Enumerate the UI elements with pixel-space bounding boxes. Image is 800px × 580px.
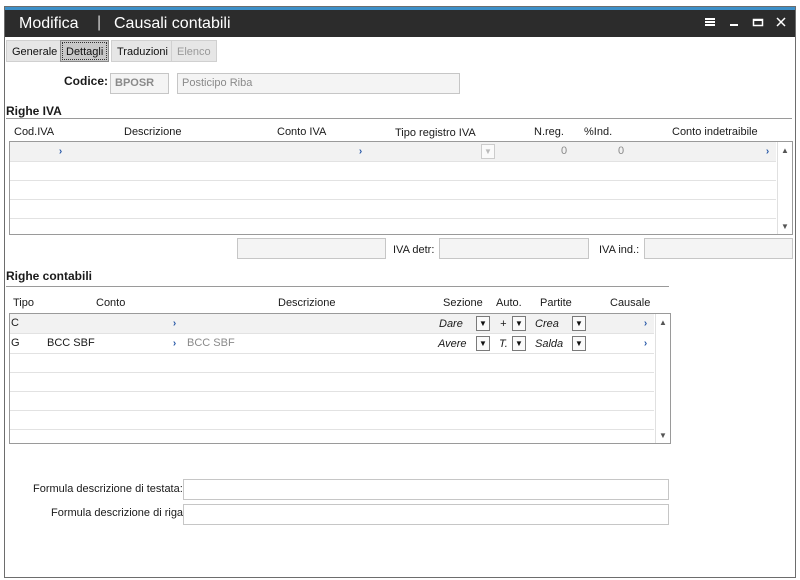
row-divider bbox=[10, 180, 776, 181]
conto-zoom-icon[interactable]: › bbox=[168, 337, 181, 350]
codice-label: Codice: bbox=[64, 74, 109, 88]
row-divider bbox=[10, 218, 776, 219]
col-tipo-registro-iva: Tipo registro IVA bbox=[395, 127, 476, 139]
window-title: Causali contabili bbox=[114, 15, 231, 32]
col-nreg: N.reg. bbox=[534, 126, 564, 138]
conto-indetraibile-zoom-icon[interactable]: › bbox=[761, 145, 774, 158]
righe-contabili-grid[interactable]: C › Dare ▼ + ▼ Crea ▼ › G BCC SBF › BCC … bbox=[9, 313, 671, 444]
col-causale: Causale bbox=[610, 297, 651, 309]
formula-riga-field[interactable] bbox=[183, 504, 669, 525]
partite-dropdown-icon[interactable]: ▼ bbox=[572, 336, 586, 351]
row-divider bbox=[10, 391, 654, 392]
tab-dettagli[interactable]: Dettagli bbox=[60, 40, 110, 62]
righe-iva-divider bbox=[6, 118, 792, 119]
row-partite: Crea bbox=[535, 318, 559, 330]
scroll-down-icon[interactable]: ▼ bbox=[780, 222, 790, 232]
iva-detr-label: IVA detr: bbox=[393, 244, 435, 256]
conto-iva-zoom-icon[interactable]: › bbox=[354, 145, 367, 158]
iva-detr-field bbox=[439, 238, 589, 259]
window-mode: Modifica bbox=[19, 15, 79, 32]
scroll-up-icon[interactable]: ▲ bbox=[658, 318, 668, 328]
col-descrizione-contabile: Descrizione bbox=[278, 297, 336, 309]
righe-iva-title: Righe IVA bbox=[6, 104, 62, 118]
iva-ind-label: IVA ind.: bbox=[599, 244, 640, 256]
causali-contabili-window: Modifica | Causali contabili Generale De… bbox=[4, 6, 796, 578]
row-divider bbox=[10, 161, 776, 162]
causale-zoom-icon[interactable]: › bbox=[639, 337, 652, 350]
row-divider bbox=[10, 410, 654, 411]
col-conto-indetraibile: Conto indetraibile bbox=[672, 126, 758, 138]
col-partite: Partite bbox=[540, 297, 572, 309]
tab-generale[interactable]: Generale bbox=[6, 40, 64, 62]
col-auto: Auto. bbox=[496, 297, 522, 309]
cod-iva-zoom-icon[interactable]: › bbox=[54, 145, 67, 158]
row-divider bbox=[10, 372, 654, 373]
iva-totale-field bbox=[237, 238, 386, 259]
righe-iva-row[interactable]: › › ▼ 0 0 › bbox=[10, 142, 776, 161]
righe-iva-scrollbar[interactable]: ▲ ▼ bbox=[777, 142, 792, 234]
row-divider bbox=[10, 353, 654, 354]
righe-contabili-divider bbox=[6, 286, 669, 287]
close-icon[interactable] bbox=[774, 16, 788, 30]
righe-iva-grid[interactable]: › › ▼ 0 0 › ▲ ▼ bbox=[9, 141, 793, 235]
col-ind: %Ind. bbox=[584, 126, 613, 138]
row-sezione: Avere bbox=[438, 338, 467, 350]
causale-zoom-icon[interactable]: › bbox=[639, 317, 652, 330]
col-conto-iva: Conto IVA bbox=[277, 126, 327, 138]
row-tipo: C bbox=[11, 317, 19, 329]
tipo-registro-dropdown-icon: ▼ bbox=[481, 144, 495, 159]
tab-bar: Generale Dettagli Traduzioni Elenco bbox=[5, 38, 795, 62]
row-partite: Salda bbox=[535, 338, 564, 350]
row-divider bbox=[10, 429, 654, 430]
auto-dropdown-icon[interactable]: ▼ bbox=[512, 316, 526, 331]
row-tipo: G bbox=[11, 337, 20, 349]
auto-dropdown-icon[interactable]: ▼ bbox=[512, 336, 526, 351]
nreg-value: 0 bbox=[561, 145, 568, 157]
partite-dropdown-icon[interactable]: ▼ bbox=[572, 316, 586, 331]
tab-traduzioni[interactable]: Traduzioni bbox=[111, 40, 174, 62]
col-sezione: Sezione bbox=[443, 297, 483, 309]
row-sezione: Dare bbox=[439, 318, 463, 330]
formula-riga-label: Formula descrizione di riga: bbox=[51, 507, 187, 519]
row-conto: BCC SBF bbox=[47, 337, 95, 349]
sezione-dropdown-icon[interactable]: ▼ bbox=[476, 316, 490, 331]
codice-field[interactable]: BPOSR bbox=[110, 73, 169, 94]
scroll-down-icon[interactable]: ▼ bbox=[658, 431, 668, 441]
tab-elenco: Elenco bbox=[171, 40, 217, 62]
row-auto: + bbox=[500, 318, 507, 330]
sezione-dropdown-icon[interactable]: ▼ bbox=[476, 336, 490, 351]
minimize-icon[interactable] bbox=[727, 16, 741, 30]
formula-testata-field[interactable] bbox=[183, 479, 669, 500]
iva-ind-field bbox=[644, 238, 793, 259]
descrizione-field[interactable]: Posticipo Riba bbox=[177, 73, 460, 94]
ind-value: 0 bbox=[618, 145, 625, 157]
conto-zoom-icon[interactable]: › bbox=[168, 317, 181, 330]
formula-testata-label: Formula descrizione di testata: bbox=[33, 483, 183, 495]
righe-contabili-scrollbar[interactable]: ▲ ▼ bbox=[655, 314, 670, 443]
col-descrizione: Descrizione bbox=[124, 126, 182, 138]
row-divider bbox=[10, 199, 776, 200]
col-tipo: Tipo bbox=[13, 297, 34, 309]
table-row[interactable]: C › Dare ▼ + ▼ Crea ▼ › bbox=[10, 314, 654, 333]
title-separator: | bbox=[97, 14, 102, 31]
col-conto: Conto bbox=[96, 297, 126, 309]
title-bar: Modifica | Causali contabili bbox=[5, 7, 795, 37]
scroll-up-icon[interactable]: ▲ bbox=[780, 146, 790, 156]
table-row[interactable]: G BCC SBF › BCC SBF Avere ▼ T. ▼ Salda ▼… bbox=[10, 334, 654, 353]
maximize-icon[interactable] bbox=[751, 16, 765, 30]
row-auto: T. bbox=[499, 338, 508, 350]
menu-icon[interactable] bbox=[703, 16, 717, 30]
col-cod-iva: Cod.IVA bbox=[14, 126, 55, 138]
row-descrizione: BCC SBF bbox=[187, 337, 235, 349]
righe-contabili-title: Righe contabili bbox=[6, 269, 93, 283]
